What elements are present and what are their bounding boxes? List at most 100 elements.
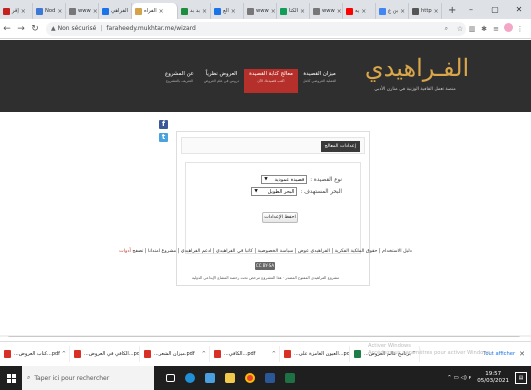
reload-icon[interactable]: ↻ [28,24,42,34]
footer-accent-link[interactable]: أدوات [119,249,131,254]
globe-icon [69,7,76,15]
gmail-icon [3,7,10,15]
menu-item-label: معالج كتابة القصيدة [249,71,293,77]
file-explorer-icon[interactable] [220,366,240,390]
close-tab-icon[interactable]: × [337,8,342,15]
store-icon[interactable] [200,366,220,390]
browser-tab[interactable]: إقر × [0,3,33,19]
close-tab-icon[interactable]: × [400,8,405,15]
footer-links-text[interactable]: دليل الاستخدام | حقوق الملكية الفكرية | … [132,249,411,254]
start-button[interactable] [0,366,22,390]
scrollbar-thumb[interactable] [8,336,520,337]
download-item[interactable]: ...ميزان الشعر.pdf ^ [140,345,210,362]
close-tab-icon[interactable]: × [202,8,207,15]
browser-tab[interactable]: www × [66,3,99,19]
horizontal-scrollbar[interactable] [0,335,531,337]
notifications-icon[interactable]: ▤ [515,372,527,384]
download-label: ...الكافي في العروض...pdf [84,350,140,357]
browser-tab-strip: إقر×Nod×www×الفراهي×الفراه×بد بد×الع×www… [0,0,531,19]
browser-tab[interactable]: http × [409,3,442,19]
clock[interactable]: 19:57 05/03/2021 [477,371,509,385]
close-tab-icon[interactable]: × [271,8,276,15]
menu-item[interactable]: معالج كتابة القصيدة اكتب قصيدتك الآن [244,69,298,93]
clock-date: 05/03/2021 [477,378,509,384]
extension-icon[interactable]: ▥ [466,25,478,33]
menu-item-subtitle: العملية العروضي كامل [302,79,337,83]
chevron-up-icon[interactable]: ^ [202,351,206,357]
close-tab-icon[interactable]: × [231,8,236,15]
download-item[interactable]: ...كتاب العروض...pdf ^ [0,345,70,362]
browser-tab[interactable]: الع × [211,3,244,19]
tray-icons[interactable]: ⌃ ▭ ◁) ꜰ [447,375,471,381]
close-tab-icon[interactable]: × [93,8,98,15]
browser-menu-icon[interactable]: ⋮ [514,25,526,33]
system-tray: ⌃ ▭ ◁) ꜰ 19:57 05/03/2021 ▤ [447,371,531,385]
watermark-subtitle: Accédez aux paramètres pour activer Wind… [368,349,492,356]
url-text: faraheedy.mukhtar.me/wizard [106,25,196,32]
close-tab-icon[interactable]: × [21,8,26,15]
reading-list-icon[interactable]: ≡ [490,25,502,33]
forward-icon[interactable]: → [14,24,28,34]
word-icon[interactable] [260,366,280,390]
browser-tab[interactable]: بن ع × [376,3,409,19]
taskbar-search[interactable]: ⌕ Taper ici pour rechercher [22,366,154,390]
excel-icon[interactable] [280,366,300,390]
taskbar-apps [160,366,300,390]
browser-tab[interactable]: الفراه × [132,3,178,19]
close-window-icon[interactable]: ✕ [507,0,531,19]
download-item[interactable]: ...الكافي في العروض...pdf^ [70,345,140,362]
puzzle-icon[interactable]: ✱ [478,25,490,33]
menu-item[interactable]: العروض نظرياً دروس في علم العروض [199,69,244,93]
poem-type-value: قصيدة عمودية [274,176,305,183]
pdf-file-icon [74,349,81,358]
excel-file-icon [354,349,361,358]
menu-item[interactable]: ميزان القصيدة العملية العروضي كامل [298,69,341,93]
browser-tab[interactable]: بد بد × [178,3,211,19]
site-logo[interactable]: الفـراهيدي [362,54,472,82]
save-settings-button[interactable]: احفظ الإعدادات [262,212,298,223]
browser-tab[interactable]: www × [310,3,343,19]
address-bar[interactable]: ▲ Non sécurisé | faraheedy.mukhtar.me/wi… [46,21,466,36]
tab-label: الع [223,8,229,14]
browser-tab[interactable]: الفراهي× [99,3,132,19]
bookmark-icon [181,7,188,15]
chevron-up-icon[interactable]: ^ [62,351,66,357]
poem-type-select[interactable]: قصيدة عمودية ▼ [261,175,308,184]
close-tab-icon[interactable]: × [434,8,439,15]
back-icon[interactable]: ← [0,24,14,34]
close-tab-icon[interactable]: × [57,8,62,15]
windows-logo-icon [6,373,16,383]
task-view-icon[interactable] [160,366,180,390]
bookmark-star-icon[interactable]: ☆ [454,25,466,33]
tab-label: إقر [12,8,19,14]
close-tab-icon[interactable]: × [300,8,305,15]
meter-label: البحر المستهدف : [300,188,342,195]
browser-toolbar: ← → ↻ ▲ Non sécurisé | faraheedy.mukhtar… [0,19,531,39]
download-item[interactable]: ...العيون الغامزة على...pdf^ [280,345,350,362]
facebook-icon[interactable]: f [159,120,168,129]
download-item[interactable]: ...الكافي...pdf ^ [210,345,280,362]
security-label: Non sécurisé [57,25,97,32]
menu-item[interactable]: عن المشروع التعريف بالمشروع [160,69,199,93]
maximize-icon[interactable]: ▢ [483,0,507,19]
chevron-up-icon[interactable]: ^ [272,351,276,357]
edge-icon[interactable] [180,366,200,390]
close-tab-icon[interactable]: × [361,8,366,15]
google-icon [379,7,386,15]
twitter-icon[interactable]: t [159,133,168,142]
minimize-icon[interactable]: – [459,0,483,19]
license-badge[interactable]: CC BY-SA [255,262,275,270]
zoom-icon[interactable]: ⌕ [445,25,448,33]
browser-tab[interactable]: يه × [343,3,376,19]
meter-select[interactable]: البحر الطويل ▼ [251,187,298,196]
globe-icon [313,7,320,15]
browser-tab[interactable]: www × [244,3,277,19]
site-icon [135,7,142,15]
chrome-icon[interactable] [240,366,260,390]
tab-label: Nod [45,8,56,14]
pdf-file-icon [144,349,151,358]
browser-tab[interactable]: Nod × [33,3,66,19]
close-tab-icon[interactable]: × [159,8,164,15]
profile-avatar[interactable] [502,23,514,34]
browser-tab[interactable]: الكتا × [277,3,310,19]
